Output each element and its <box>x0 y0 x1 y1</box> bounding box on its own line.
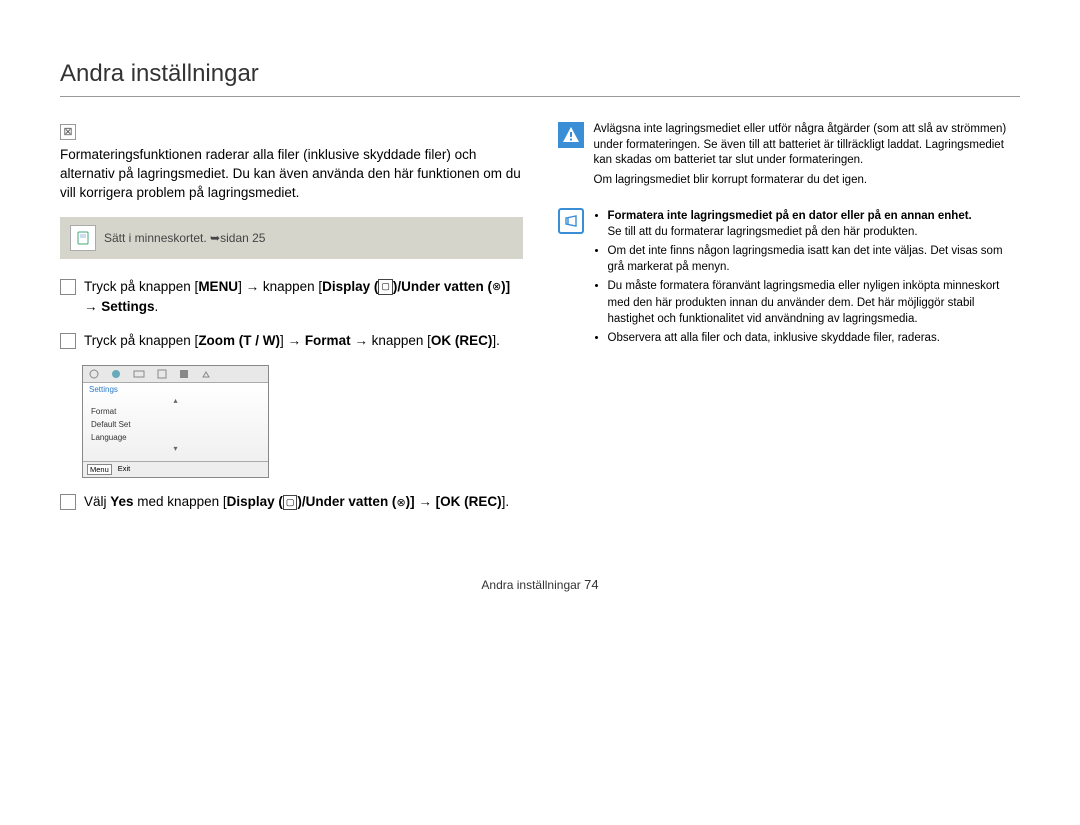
menu-button-label: Menu <box>87 464 112 475</box>
display-label: Display ( <box>322 279 378 294</box>
warning-text-2: Om lagringsmediet blir korrupt formatera… <box>594 173 1021 189</box>
left-column: ⊠ Formateringsfunktionen raderar alla fi… <box>60 122 523 527</box>
sdcard-icon <box>70 225 96 251</box>
step-number-icon <box>60 494 76 510</box>
text: )/ <box>393 279 401 294</box>
warning-text-1: Avlägsna inte lagringsmediet eller utför… <box>594 122 1021 169</box>
step-3: Välj Yes med knappen [Display (▢)/Under … <box>60 492 523 512</box>
tab-icon <box>127 366 151 382</box>
tab-icon <box>105 366 127 382</box>
note-item: Observera att alla filer och data, inklu… <box>608 330 1021 346</box>
right-column: Avlägsna inte lagringsmediet eller utför… <box>558 122 1021 527</box>
screenshot-tabs <box>83 366 268 383</box>
menu-screenshot: Settings ▴ Format Default Set Language ▾… <box>82 365 269 478</box>
text: Tryck på knappen [ <box>84 333 198 348</box>
screenshot-item: Language <box>83 431 268 444</box>
note-text: Se till att du formaterar lagringsmediet… <box>608 226 918 238</box>
text: ]. <box>492 333 500 348</box>
format-label: Format <box>305 333 351 348</box>
note-item: Om det inte finns någon lagringsmedia is… <box>608 243 1021 275</box>
reference-box: Sätt i minneskortet. ➥sidan 25 <box>60 217 523 259</box>
display-icon: ▢ <box>283 495 298 512</box>
exit-label: Exit <box>118 464 131 475</box>
warning-block: Avlägsna inte lagringsmediet eller utför… <box>558 122 1021 192</box>
text: Tryck på knappen [ <box>84 279 198 294</box>
tab-icon <box>151 366 173 382</box>
ok-label: OK (REC) <box>431 333 493 348</box>
yes-label: Yes <box>110 494 133 509</box>
text: Välj <box>84 494 110 509</box>
note-bold: Formatera inte lagringsmediet på en dato… <box>608 210 972 222</box>
underwater-icon: ⊗ <box>492 279 501 296</box>
screenshot-title: Settings <box>83 383 268 396</box>
page-title: Andra inställningar <box>60 60 1020 97</box>
step-number-icon <box>60 333 76 349</box>
note-icon <box>558 208 584 234</box>
zoom-label: Zoom (T / W) <box>198 333 280 348</box>
text: med knappen [ <box>134 494 227 509</box>
screenshot-footer: Menu Exit <box>83 461 268 477</box>
menu-label: MENU <box>198 279 238 294</box>
warning-icon <box>558 122 584 148</box>
text: . <box>155 299 159 314</box>
screenshot-item: Default Set <box>83 418 268 431</box>
reference-text: Sätt i minneskortet. ➥sidan 25 <box>104 231 265 245</box>
display-label: Display ( <box>227 494 283 509</box>
text: )/Under vatten ( <box>297 494 396 509</box>
note-block: Formatera inte lagringsmediet på en dato… <box>558 208 1021 349</box>
section-marker: ⊠ <box>60 124 76 140</box>
note-item: Du måste formatera föranvänt lagringsmed… <box>608 278 1021 326</box>
page-number: 74 <box>584 577 598 592</box>
up-arrow-icon: ▴ <box>83 396 268 405</box>
note-item: Formatera inte lagringsmediet på en dato… <box>608 208 1021 240</box>
text: → knappen [ <box>351 333 431 348</box>
tab-icon <box>83 366 105 382</box>
step-2: Tryck på knappen [Zoom (T / W)] → Format… <box>60 331 523 351</box>
settings-label: Settings <box>101 299 154 314</box>
down-arrow-icon: ▾ <box>83 444 268 453</box>
display-icon: ▢ <box>378 279 393 296</box>
underwater-label: Under vatten ( <box>401 279 492 294</box>
tab-icon <box>173 366 195 382</box>
text: ]. <box>502 494 510 509</box>
page-footer: Andra inställningar 74 <box>0 577 1080 592</box>
step-1: Tryck på knappen [MENU] → knappen [Displ… <box>60 277 523 318</box>
footer-text: Andra inställningar <box>481 578 580 592</box>
ok-label: OK (REC) <box>440 494 502 509</box>
text: ] → knappen [ <box>238 279 322 294</box>
text: )] → [ <box>406 494 441 509</box>
text: ] → <box>280 333 305 348</box>
tab-icon <box>195 366 217 382</box>
underwater-icon: ⊗ <box>396 495 405 512</box>
screenshot-item: Format <box>83 405 268 418</box>
intro-text: Formateringsfunktionen raderar alla file… <box>60 146 523 203</box>
step-number-icon <box>60 279 76 295</box>
